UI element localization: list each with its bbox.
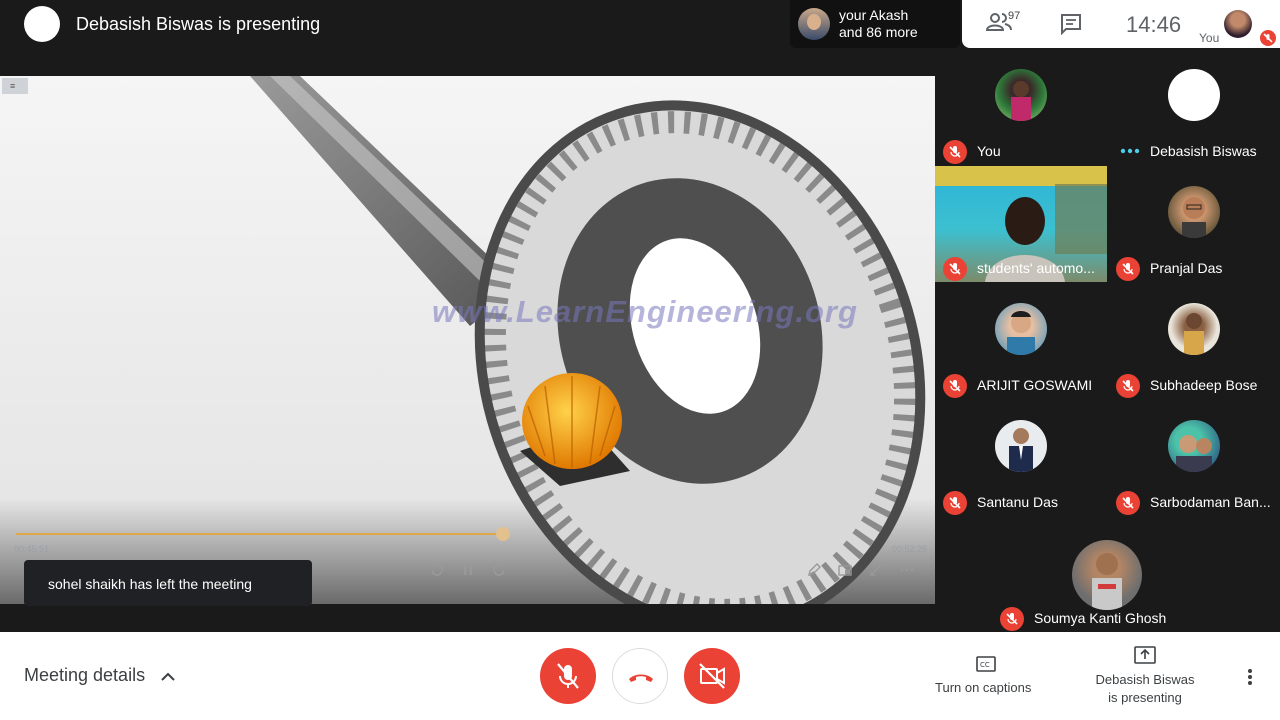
people-count: 97 (1008, 10, 1021, 22)
camera-toggle-button[interactable] (684, 648, 740, 704)
avatar (1168, 186, 1220, 238)
participant-tile-pranjal[interactable]: Pranjal Das (1108, 166, 1280, 282)
mic-off-icon (1116, 257, 1140, 281)
meeting-details-button[interactable]: Meeting details (24, 665, 145, 686)
svg-text:CC: CC (980, 661, 990, 669)
participant-tile-students[interactable]: students' automo... (935, 166, 1107, 282)
mic-off-icon (943, 374, 967, 398)
speaking-dots-icon (1120, 148, 1140, 154)
avatar (995, 420, 1047, 472)
participant-name: Soumya Kanti Ghosh (1034, 610, 1167, 626)
captions-button-label[interactable]: Turn on captions (935, 680, 1031, 695)
watermark: www.LearnEngineering.org (432, 294, 858, 329)
video-time-start: 00:45:51 (14, 544, 50, 554)
presenter-header: Debasish Biswas is presenting (0, 0, 790, 48)
left-meeting-toast: sohel shaikh has left the meeting (24, 560, 312, 606)
presenter-avatar (24, 6, 60, 42)
video-tag: ≡ (2, 78, 28, 94)
joined-notification-chip[interactable]: your Akash and 86 more (790, 0, 960, 48)
participant-tile-sarbodaman[interactable]: Sarbodaman Ban... (1108, 400, 1280, 516)
participant-name: Subhadeep Bose (1150, 377, 1258, 393)
call-end-icon (629, 674, 653, 682)
mic-off-icon (1260, 30, 1276, 46)
avatar (798, 8, 830, 40)
avatar (1072, 540, 1142, 610)
bottom-control-bar: Meeting details CC Turn on captions Deba… (0, 632, 1280, 720)
pen-icon[interactable] (806, 562, 822, 578)
mic-off-icon (943, 140, 967, 164)
joined-line-1: your Akash (839, 7, 909, 23)
captions-icon[interactable]: CC (976, 656, 996, 672)
participant-tile-subhadeep[interactable]: Subhadeep Bose (1108, 283, 1280, 399)
avatar[interactable] (1224, 10, 1252, 38)
joined-line-2: and 86 more (839, 24, 918, 40)
mic-off-icon (1116, 491, 1140, 515)
self-label: You (1199, 31, 1220, 45)
participant-name: You (977, 143, 1001, 159)
participant-tile-debasish[interactable]: Debasish Biswas (1108, 49, 1280, 165)
more-horiz-icon[interactable] (899, 562, 915, 578)
forward-icon[interactable] (491, 562, 507, 578)
chat-icon (1061, 14, 1081, 36)
presenter-title: Debasish Biswas is presenting (76, 13, 321, 34)
participant-name: Debasish Biswas (1150, 143, 1257, 159)
participant-tile-arijit[interactable]: ARIJIT GOSWAMI (935, 283, 1107, 399)
presenting-line-2: is presenting (1108, 690, 1182, 705)
participant-name: Santanu Das (977, 494, 1058, 510)
mic-off-icon (1116, 374, 1140, 398)
video-progress-bar[interactable] (16, 533, 504, 535)
participant-tile-you[interactable]: You (935, 49, 1107, 165)
participant-name: students' automo... (977, 260, 1095, 276)
gear-illustration (0, 76, 935, 604)
participant-name: Pranjal Das (1150, 260, 1223, 276)
mic-off-icon (943, 257, 967, 281)
present-icon[interactable] (1134, 646, 1156, 664)
presenting-label[interactable]: Debasish Biswas is presenting (1090, 671, 1200, 707)
presentation-screen: ≡ www.LearnEngineering.org 00:45:51 00:5… (0, 76, 935, 604)
leave-call-button[interactable] (612, 648, 668, 704)
presenting-line-1: Debasish Biswas (1095, 672, 1195, 687)
collapse-icon[interactable] (868, 562, 884, 578)
video-time-end: 00:52:26 (892, 544, 928, 554)
meet-window: Debasish Biswas is presenting your Akash… (0, 0, 1280, 720)
participant-name: ARIJIT GOSWAMI (977, 377, 1093, 393)
joined-text: your Akash and 86 more (839, 7, 918, 41)
avatar (1168, 69, 1220, 121)
participant-name: Sarbodaman Ban... (1150, 494, 1271, 510)
chevron-up-icon[interactable] (160, 670, 176, 682)
avatar (995, 303, 1047, 355)
pause-icon[interactable] (460, 562, 476, 578)
top-right-panel: 97 14:46 You (962, 0, 1280, 48)
participant-tile-soumya[interactable]: Soumya Kanti Ghosh (992, 516, 1223, 632)
pip-icon[interactable] (837, 562, 853, 578)
participant-tile-santanu[interactable]: Santanu Das (935, 400, 1107, 516)
rewind-icon[interactable] (429, 562, 445, 578)
mic-off-icon (943, 491, 967, 515)
more-vert-icon[interactable] (1244, 668, 1256, 686)
avatar (1168, 420, 1220, 472)
clock: 14:46 (1126, 12, 1182, 37)
mic-off-icon (557, 663, 579, 689)
camera-off-icon (699, 663, 725, 689)
video-progress-thumb[interactable] (496, 527, 510, 541)
avatar (1168, 303, 1220, 355)
avatar (995, 69, 1047, 121)
mic-toggle-button[interactable] (540, 648, 596, 704)
mic-off-icon (1000, 607, 1024, 631)
chat-button[interactable] (1060, 13, 1082, 36)
